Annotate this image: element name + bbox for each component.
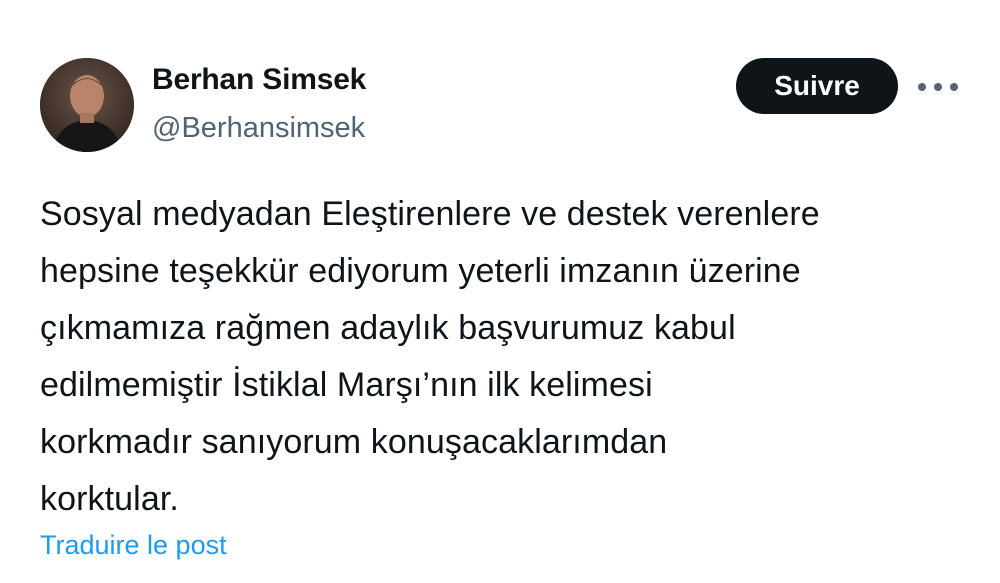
- tweet-text-line: korkmadır sanıyorum konuşacaklarımdan: [40, 423, 668, 461]
- more-options-icon[interactable]: [918, 72, 958, 102]
- dot: [918, 83, 926, 91]
- tweet-text: Sosyal medyadan Eleştirenlere ve destek …: [40, 186, 980, 528]
- tweet-text-line: hepsine teşekkür ediyorum yeterli imzanı…: [40, 252, 801, 290]
- avatar[interactable]: [40, 58, 134, 152]
- profile-photo-icon: [40, 58, 134, 152]
- tweet-text-line: korktular.: [40, 480, 179, 518]
- tweet-text-line: Sosyal medyadan Eleştirenlere ve destek …: [40, 195, 820, 233]
- dot: [934, 83, 942, 91]
- follow-button[interactable]: Suivre: [736, 58, 898, 114]
- tweet-text-line: çıkmamıza rağmen adaylık başvurumuz kabu…: [40, 309, 736, 347]
- tweet-text-line: edilmemiştir İstiklal Marşı’nın ilk keli…: [40, 366, 653, 404]
- author-handle[interactable]: @Berhansimsek: [152, 108, 365, 148]
- translate-post-link[interactable]: Traduire le post: [40, 525, 227, 565]
- dot: [950, 83, 958, 91]
- author-display-name[interactable]: Berhan Simsek: [152, 60, 366, 100]
